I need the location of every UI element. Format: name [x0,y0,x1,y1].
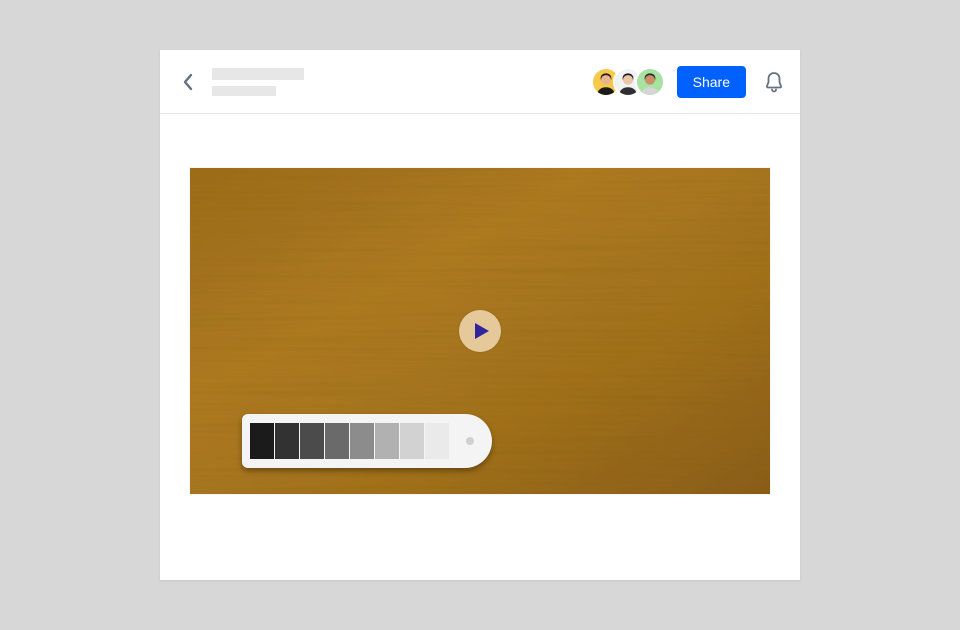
file-title-placeholder [212,68,304,96]
swatch-card-pivot [466,437,474,445]
avatar-icon [637,69,663,95]
collaborator-avatar[interactable] [635,67,665,97]
play-button[interactable] [459,310,501,352]
back-button[interactable] [172,66,204,98]
grayscale-swatch [275,423,299,459]
grayscale-swatch-card [242,414,492,468]
bell-icon [764,71,784,93]
grayscale-swatch [350,423,374,459]
grayscale-swatch [425,423,449,459]
grayscale-swatch [250,423,274,459]
share-button[interactable]: Share [677,66,746,98]
subtitle-skeleton-line [212,86,276,96]
grayscale-swatch [375,423,399,459]
grayscale-swatch [400,423,424,459]
notifications-button[interactable] [760,68,788,96]
chevron-left-icon [181,72,195,92]
title-skeleton-line [212,68,304,80]
video-preview [190,168,770,494]
play-icon [474,322,490,340]
content-area [160,114,800,494]
collaborator-avatars [591,67,665,97]
file-preview-window: Share [160,50,800,580]
grayscale-swatch [325,423,349,459]
header-bar: Share [160,50,800,114]
grayscale-swatch [300,423,324,459]
